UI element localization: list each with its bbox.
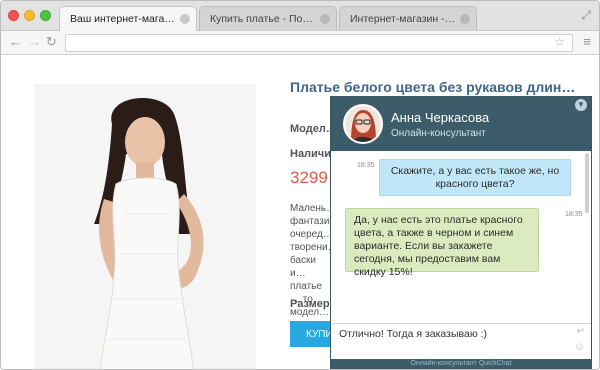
expand-icon[interactable]: ⤢ — [581, 8, 591, 23]
menu-icon[interactable]: ≡ — [583, 34, 591, 49]
forward-icon[interactable]: → — [28, 35, 41, 49]
close-tab-icon[interactable] — [180, 14, 190, 24]
visitor-message: Скажите, а у вас есть такое же, но красн… — [379, 159, 571, 196]
chat-scrollbar[interactable] — [585, 153, 589, 213]
product-photo — [34, 84, 256, 369]
back-icon[interactable]: ← — [9, 35, 22, 49]
browser-toolbar: ← → ↻ ☆ ≡ — [1, 31, 599, 55]
enter-icon[interactable]: ↵ — [577, 326, 585, 337]
maximize-window-button[interactable] — [40, 10, 51, 21]
reload-icon[interactable]: ↻ — [46, 35, 57, 49]
title-bar: Ваш интернет-магазин Купить платье - Пои… — [1, 1, 599, 31]
model-illustration — [34, 84, 256, 369]
chat-input[interactable]: Отлично! Тогда я заказываю :) — [331, 323, 591, 359]
message-time: 18:35 — [565, 211, 583, 218]
model-label: Модел… — [290, 123, 337, 135]
close-window-button[interactable] — [8, 10, 19, 21]
tab-store[interactable]: Интернет-магазин - к… — [339, 6, 477, 31]
agent-message: Да, у нас есть это платье красного цвета… — [345, 208, 539, 278]
close-tab-icon[interactable] — [460, 14, 470, 24]
chat-header: Анна Черкасова Онлайн-консультант ▼ — [331, 97, 591, 151]
agent-avatar-icon — [345, 106, 381, 142]
chat-messages: 18:35 Скажите, а у вас есть такое же, но… — [331, 151, 591, 323]
tab-shop[interactable]: Ваш интернет-магазин — [59, 6, 197, 31]
avatar — [343, 104, 383, 144]
minimize-window-button[interactable] — [24, 10, 35, 21]
browser-window: Ваш интернет-магазин Купить платье - Пои… — [0, 0, 600, 370]
close-tab-icon[interactable] — [320, 14, 330, 24]
chevron-down-icon[interactable]: ▼ — [575, 99, 587, 111]
smile-icon[interactable]: ☺ — [574, 341, 585, 353]
tab-title: Ваш интернет-магазин — [70, 13, 176, 25]
star-icon[interactable]: ☆ — [554, 35, 565, 49]
tab-title: Купить платье - Поис… — [210, 13, 316, 25]
product-title: Платье белого цвета без рукавов длин… — [290, 79, 576, 95]
chat-widget: Анна Черкасова Онлайн-консультант ▼ 18:3… — [331, 97, 591, 369]
address-bar[interactable] — [65, 34, 573, 52]
agent-role: Онлайн-консультант — [391, 128, 486, 139]
tab-title: Интернет-магазин - к… — [350, 13, 456, 25]
message-time: 18:35 — [357, 162, 375, 169]
chat-footer: Онлайн-консультант QuickChat — [331, 359, 591, 369]
tab-search[interactable]: Купить платье - Поис… — [199, 6, 337, 31]
product-price: 3299 — [290, 168, 328, 187]
agent-name: Анна Черкасова — [391, 110, 490, 125]
